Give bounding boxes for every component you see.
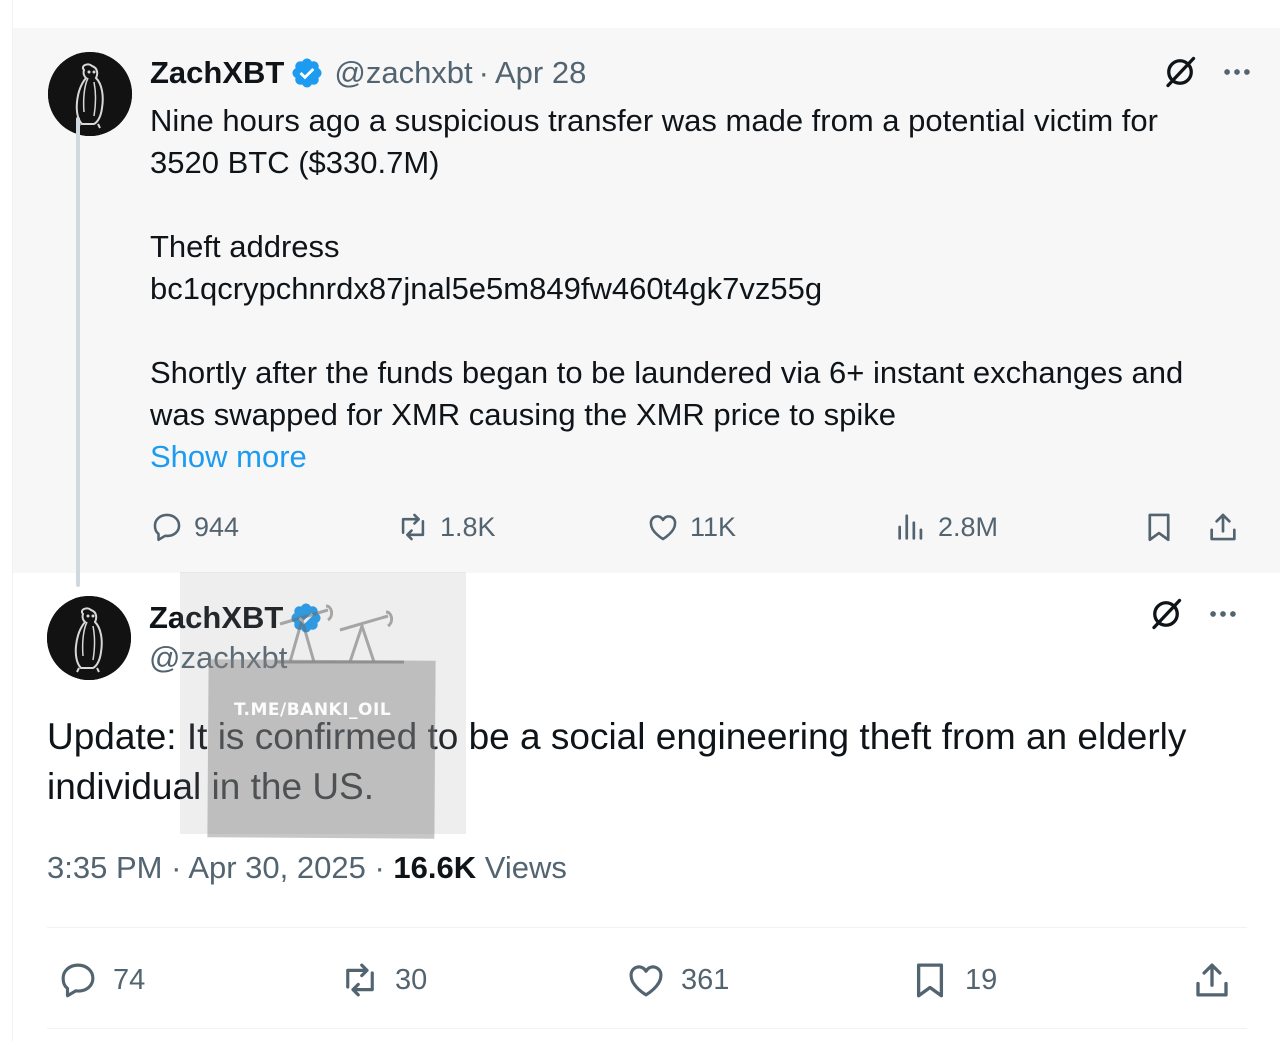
parent-tweet[interactable]: ZachXBT @zachxbt · Apr 28 Nine hours ago… bbox=[13, 28, 1280, 573]
parent-tweet-header: ZachXBT @zachxbt · Apr 28 bbox=[150, 52, 586, 94]
repost-icon bbox=[339, 959, 381, 1001]
avatar[interactable] bbox=[47, 596, 131, 680]
text-line: bc1qcrypchnrdx87jnal5e5m849fw460t4gk7vz5… bbox=[150, 271, 823, 306]
text-line: Update: It is confirmed to be a social e… bbox=[47, 716, 1187, 757]
text-line: Theft address bbox=[150, 229, 340, 264]
views-button[interactable]: 2.8M bbox=[894, 504, 998, 550]
views-icon bbox=[894, 510, 928, 544]
thread-connector bbox=[76, 117, 80, 587]
reply-count: 944 bbox=[194, 511, 240, 542]
views-total: 16.6K bbox=[393, 850, 477, 885]
text-line: was swapped for XMR causing the XMR pric… bbox=[150, 397, 897, 432]
like-button[interactable]: 11K bbox=[646, 504, 736, 550]
divider bbox=[47, 1028, 1247, 1029]
text-line: 3520 BTC ($330.7M) bbox=[150, 145, 440, 180]
more-icon[interactable] bbox=[1206, 597, 1240, 631]
repost-button[interactable]: 1.8K bbox=[396, 504, 496, 550]
divider bbox=[47, 927, 1247, 928]
separator: · bbox=[374, 850, 385, 885]
bookmark-icon bbox=[909, 959, 951, 1001]
repost-button[interactable]: 30 bbox=[339, 952, 427, 1008]
author-handle[interactable]: @zachxbt bbox=[149, 640, 287, 676]
author-name[interactable]: ZachXBT bbox=[150, 55, 284, 91]
share-button[interactable] bbox=[1191, 952, 1247, 1008]
share-icon bbox=[1206, 510, 1240, 544]
tweet-meta: 3:35 PM · Apr 30, 2025 · 16.6K Views bbox=[47, 850, 567, 886]
main-tweet-header: ZachXBT bbox=[149, 598, 323, 638]
like-count: 361 bbox=[681, 963, 730, 996]
text-line: Nine hours ago a suspicious transfer was… bbox=[150, 103, 1158, 138]
reply-icon bbox=[150, 510, 184, 544]
like-button[interactable]: 361 bbox=[625, 952, 729, 1008]
tweet-text: Update: It is confirmed to be a social e… bbox=[47, 712, 1227, 812]
bookmark-icon bbox=[1142, 510, 1176, 544]
parent-tweet-tools bbox=[1162, 54, 1254, 90]
avatar[interactable] bbox=[48, 52, 132, 136]
grok-icon[interactable] bbox=[1162, 54, 1198, 90]
show-more-link[interactable]: Show more bbox=[150, 436, 1260, 478]
main-tweet-tools bbox=[1148, 596, 1240, 632]
text-line: Shortly after the funds began to be laun… bbox=[150, 355, 1184, 390]
reply-button[interactable]: 944 bbox=[150, 504, 239, 550]
reply-button[interactable]: 74 bbox=[57, 952, 145, 1008]
text-line: individual in the US. bbox=[47, 766, 375, 807]
repost-count: 30 bbox=[395, 963, 428, 996]
tweet-date[interactable]: Apr 30, 2025 bbox=[188, 850, 366, 885]
reply-count: 74 bbox=[113, 963, 146, 996]
like-count: 11K bbox=[690, 511, 737, 542]
tweet-time[interactable]: 3:35 PM bbox=[47, 850, 162, 885]
separator: · bbox=[171, 850, 182, 885]
tweet-date[interactable]: Apr 28 bbox=[495, 55, 586, 91]
author-handle[interactable]: @zachxbt bbox=[334, 55, 472, 91]
verified-badge-icon bbox=[290, 56, 324, 90]
views-label: Views bbox=[484, 850, 567, 885]
more-icon[interactable] bbox=[1220, 55, 1254, 89]
author-name[interactable]: ZachXBT bbox=[149, 600, 283, 636]
views-count: 2.8M bbox=[938, 511, 999, 542]
separator: · bbox=[478, 55, 489, 90]
repost-count: 1.8K bbox=[440, 511, 496, 542]
grok-icon[interactable] bbox=[1148, 596, 1184, 632]
like-icon bbox=[646, 510, 680, 544]
tweet-text: Nine hours ago a suspicious transfer was… bbox=[150, 100, 1260, 478]
bookmark-button[interactable] bbox=[1142, 504, 1176, 550]
share-icon bbox=[1191, 959, 1233, 1001]
repost-icon bbox=[396, 510, 430, 544]
page: ZachXBT @zachxbt · Apr 28 Nine hours ago… bbox=[0, 0, 1280, 1041]
like-icon bbox=[625, 959, 667, 1001]
bookmark-count: 19 bbox=[965, 963, 998, 996]
share-button[interactable] bbox=[1206, 504, 1240, 550]
parent-tweet-actions: 944 1.8K 11K 2.8M bbox=[150, 504, 1240, 550]
main-tweet-actions: 74 30 361 19 bbox=[47, 952, 1247, 1008]
verified-badge-icon bbox=[289, 601, 323, 635]
reply-icon bbox=[57, 959, 99, 1001]
bookmark-button[interactable]: 19 bbox=[909, 952, 997, 1008]
